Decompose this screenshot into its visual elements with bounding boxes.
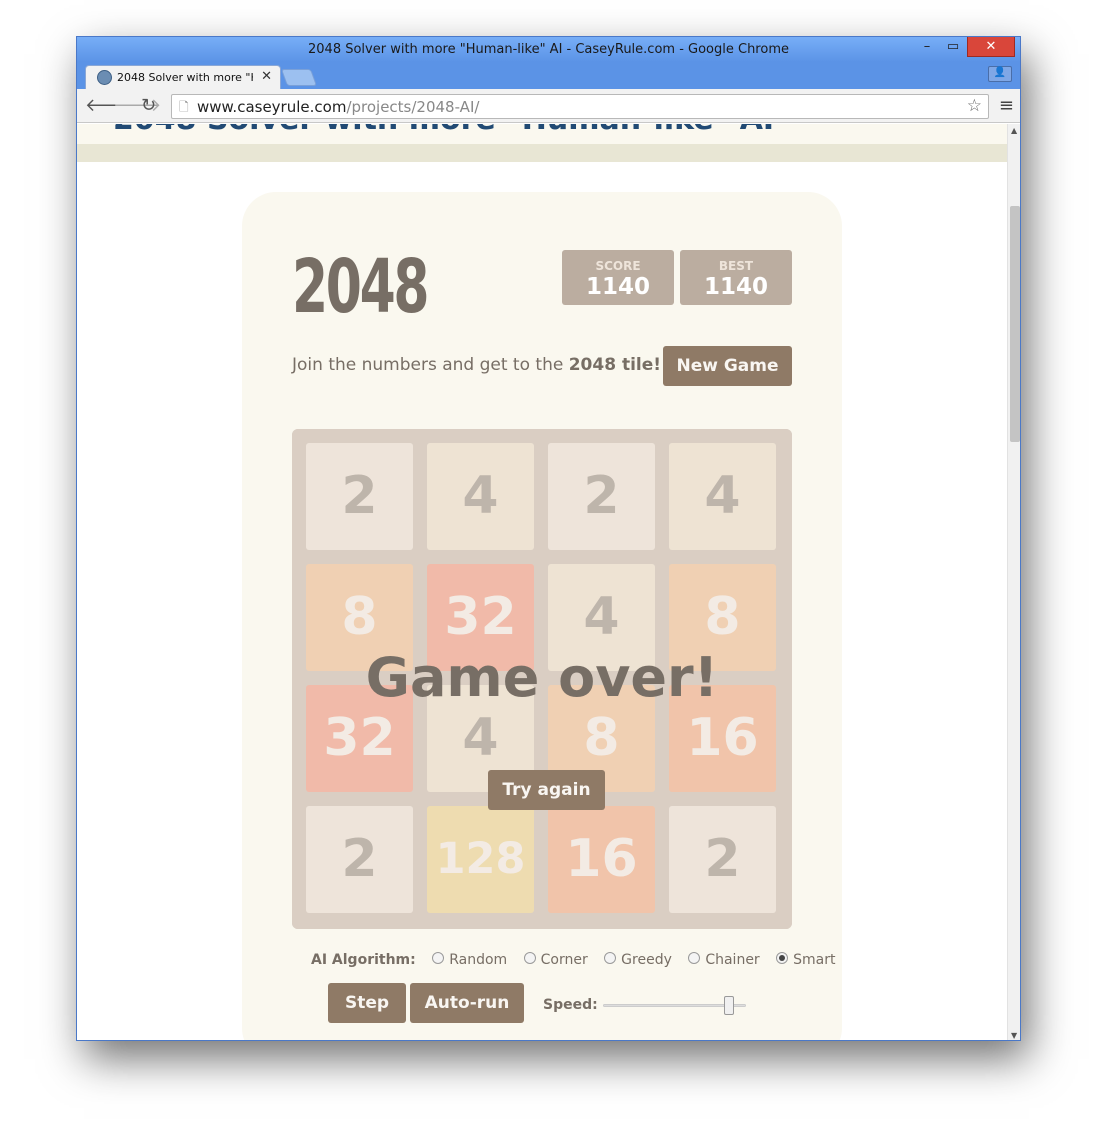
- ai-algorithm-label: AI Algorithm:: [311, 952, 416, 968]
- new-tab-button[interactable]: [280, 69, 318, 86]
- url-path: /projects/2048-AI/: [346, 98, 480, 116]
- browser-window: 2048 Solver with more "Human-like" AI - …: [76, 36, 1021, 1041]
- radio-label: Random: [449, 952, 508, 968]
- speed-slider-thumb[interactable]: [723, 996, 734, 1015]
- vertical-scrollbar[interactable]: ▲ ▼: [1007, 124, 1020, 1040]
- score-value: 1140: [585, 274, 650, 300]
- new-game-button[interactable]: New Game: [663, 346, 792, 386]
- close-window-button[interactable]: ✕: [967, 37, 1015, 57]
- radio-button[interactable]: [432, 952, 445, 964]
- score-label: SCORE: [595, 259, 641, 273]
- radio-button[interactable]: [604, 952, 617, 964]
- radio-label: Smart: [793, 952, 836, 968]
- radio-label: Chainer: [705, 952, 760, 968]
- page-heading: 2048 Solver with more "Human-like" AI: [113, 124, 774, 137]
- try-again-button[interactable]: Try again: [488, 770, 605, 810]
- tab-active[interactable]: 2048 Solver with more "Human-like" AI ✕: [85, 65, 281, 89]
- scrollbar-thumb[interactable]: [1010, 206, 1020, 442]
- radio-option-corner[interactable]: Corner: [523, 952, 588, 968]
- radio-option-greedy[interactable]: Greedy: [604, 952, 672, 968]
- bookmark-star-icon[interactable]: ☆: [967, 96, 982, 116]
- maximize-button[interactable]: ▭: [943, 37, 963, 57]
- tab-title: 2048 Solver with more "Human-like" AI: [117, 71, 253, 84]
- url-host: www.caseyrule.com: [197, 98, 347, 116]
- game-intro: Join the numbers and get to the 2048 til…: [292, 355, 661, 375]
- score-box: SCORE 1140: [562, 250, 674, 305]
- scroll-down-icon[interactable]: ▼: [1011, 1031, 1017, 1040]
- tab-close-icon[interactable]: ✕: [261, 69, 272, 84]
- radio-button[interactable]: [523, 952, 536, 964]
- window-title: 2048 Solver with more "Human-like" AI - …: [308, 42, 789, 57]
- page-viewport: 2048 Solver with more "Human-like" AI 20…: [77, 124, 1007, 1040]
- intro-bold: 2048 tile!: [568, 355, 662, 375]
- reload-icon[interactable]: ↻: [141, 95, 156, 116]
- browser-toolbar: 🡐 🡒 ↻ 🗋 www.caseyrule.com/projects/2048-…: [77, 89, 1020, 123]
- radio-option-random[interactable]: Random: [432, 952, 507, 968]
- favicon-icon: [97, 70, 112, 85]
- radio-label: Corner: [540, 952, 588, 968]
- game-container: 2048 SCORE 1140 BEST 1140 Join the numbe…: [242, 192, 842, 1040]
- address-bar[interactable]: 🗋 www.caseyrule.com/projects/2048-AI/ ☆: [171, 94, 989, 119]
- url-text[interactable]: www.caseyrule.com/projects/2048-AI/: [197, 98, 479, 116]
- radio-button[interactable]: [776, 952, 789, 964]
- minimize-button[interactable]: –: [917, 37, 937, 57]
- radio-option-smart[interactable]: Smart: [776, 952, 836, 968]
- best-box: BEST 1140: [680, 250, 792, 305]
- game-over-message: Game over!: [365, 646, 719, 709]
- intro-text: Join the numbers and get to the: [292, 355, 569, 375]
- speed-label: Speed:: [543, 997, 598, 1013]
- radio-label: Greedy: [621, 952, 672, 968]
- game-title: 2048: [292, 244, 430, 330]
- header-band: [77, 144, 1007, 162]
- page-icon: 🗋: [179, 100, 189, 114]
- tab-strip: 2048 Solver with more "Human-like" AI ✕ …: [77, 62, 1020, 89]
- profile-icon[interactable]: 👤: [988, 66, 1012, 82]
- best-value: 1140: [703, 274, 768, 300]
- scroll-up-icon[interactable]: ▲: [1011, 126, 1017, 135]
- auto-run-button[interactable]: Auto-run: [410, 983, 524, 1023]
- game-board: 2 4 2 4 8 32 4 8 32 4 8 16 2 128 16 2 Ga…: [292, 429, 792, 929]
- best-label: BEST: [718, 259, 754, 273]
- game-over-overlay: Game over! Try again: [292, 429, 792, 929]
- title-bar: 2048 Solver with more "Human-like" AI - …: [77, 37, 1020, 62]
- step-button[interactable]: Step: [328, 983, 406, 1023]
- radio-option-chainer[interactable]: Chainer: [688, 952, 760, 968]
- ai-algorithm-selector: AI Algorithm: Random Corner Greedy Chain…: [311, 952, 848, 968]
- radio-button[interactable]: [688, 952, 701, 964]
- chrome-menu-icon[interactable]: ≡: [999, 95, 1014, 116]
